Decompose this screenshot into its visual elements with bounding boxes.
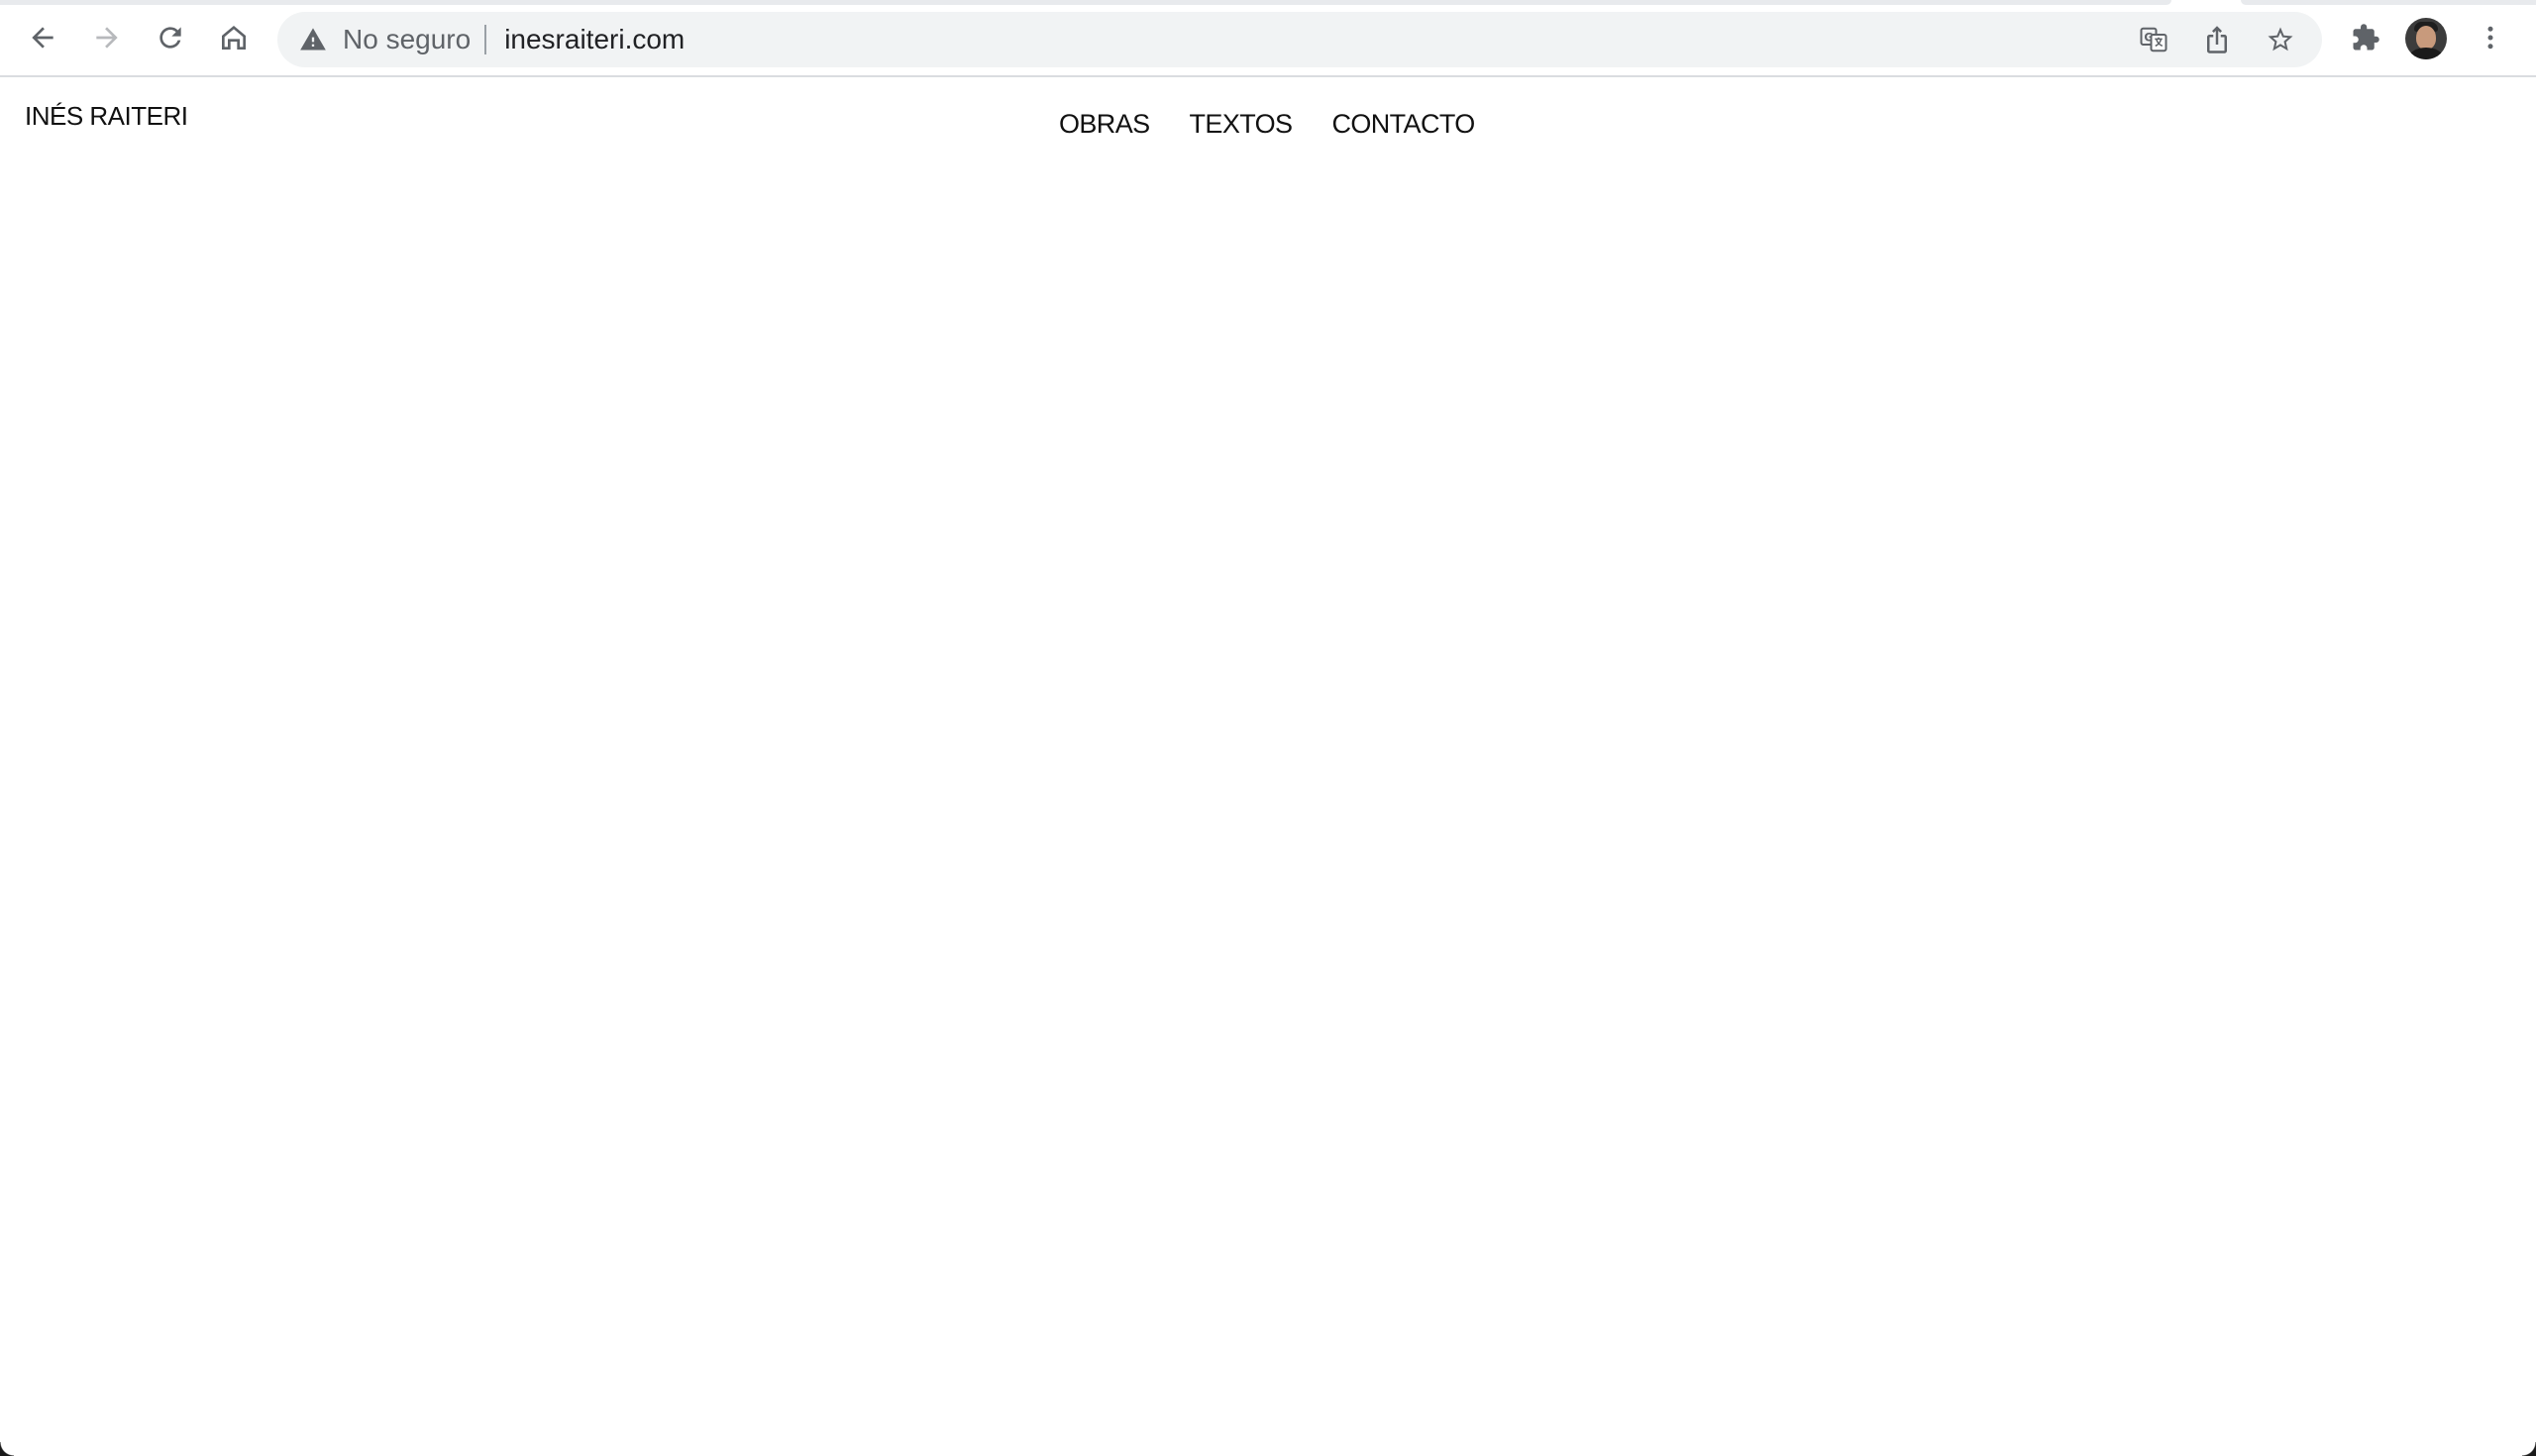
- reload-icon: [159, 27, 181, 49]
- avatar-face: [2416, 26, 2436, 50]
- home-button[interactable]: [208, 12, 260, 63]
- avatar-body: [2409, 48, 2443, 59]
- star-icon: [2268, 27, 2293, 52]
- url-text[interactable]: inesraiteri.com: [504, 24, 685, 55]
- security-label: No seguro: [343, 24, 472, 54]
- security-chip[interactable]: No seguro: [277, 12, 471, 67]
- kebab-menu-icon: [2487, 26, 2493, 50]
- translate-button[interactable]: G: [2130, 16, 2177, 63]
- web-page: INÉS RAITERI OBRAS TEXTOS CONTACTO: [0, 77, 2536, 1456]
- site-title-link[interactable]: INÉS RAITERI: [25, 101, 188, 132]
- browser-toolbar: No seguro inesraiteri.com G: [0, 0, 2536, 77]
- nav-link-contacto[interactable]: CONTACTO: [1331, 109, 1475, 140]
- bookmark-button[interactable]: [2257, 16, 2304, 63]
- nav-link-obras[interactable]: OBRAS: [1059, 109, 1150, 140]
- warning-triangle-icon: [300, 28, 326, 51]
- puzzle-icon: [2353, 24, 2379, 51]
- arrow-right-icon: [96, 27, 118, 49]
- translate-icon: G: [2140, 27, 2167, 52]
- profile-avatar[interactable]: [2405, 18, 2447, 59]
- window-corner-right: [2522, 1442, 2536, 1456]
- share-icon: [2207, 26, 2227, 53]
- omnibox-divider: [484, 25, 487, 54]
- nav-link-textos[interactable]: TEXTOS: [1190, 109, 1294, 140]
- share-button[interactable]: [2193, 16, 2241, 63]
- address-bar[interactable]: No seguro inesraiteri.com G: [277, 12, 2322, 67]
- back-button[interactable]: [17, 12, 68, 63]
- browser-menu-button[interactable]: [2467, 14, 2514, 61]
- forward-button[interactable]: [81, 12, 133, 63]
- arrow-left-icon: [32, 27, 53, 49]
- window-corner-left: [0, 1442, 14, 1456]
- tab-strip-edge: [0, 0, 2171, 5]
- reload-button[interactable]: [145, 12, 196, 63]
- extensions-button[interactable]: [2342, 14, 2389, 61]
- home-icon: [222, 26, 246, 50]
- site-nav: OBRAS TEXTOS CONTACTO: [1059, 109, 1475, 140]
- tab-strip-edge-right: [2241, 0, 2536, 5]
